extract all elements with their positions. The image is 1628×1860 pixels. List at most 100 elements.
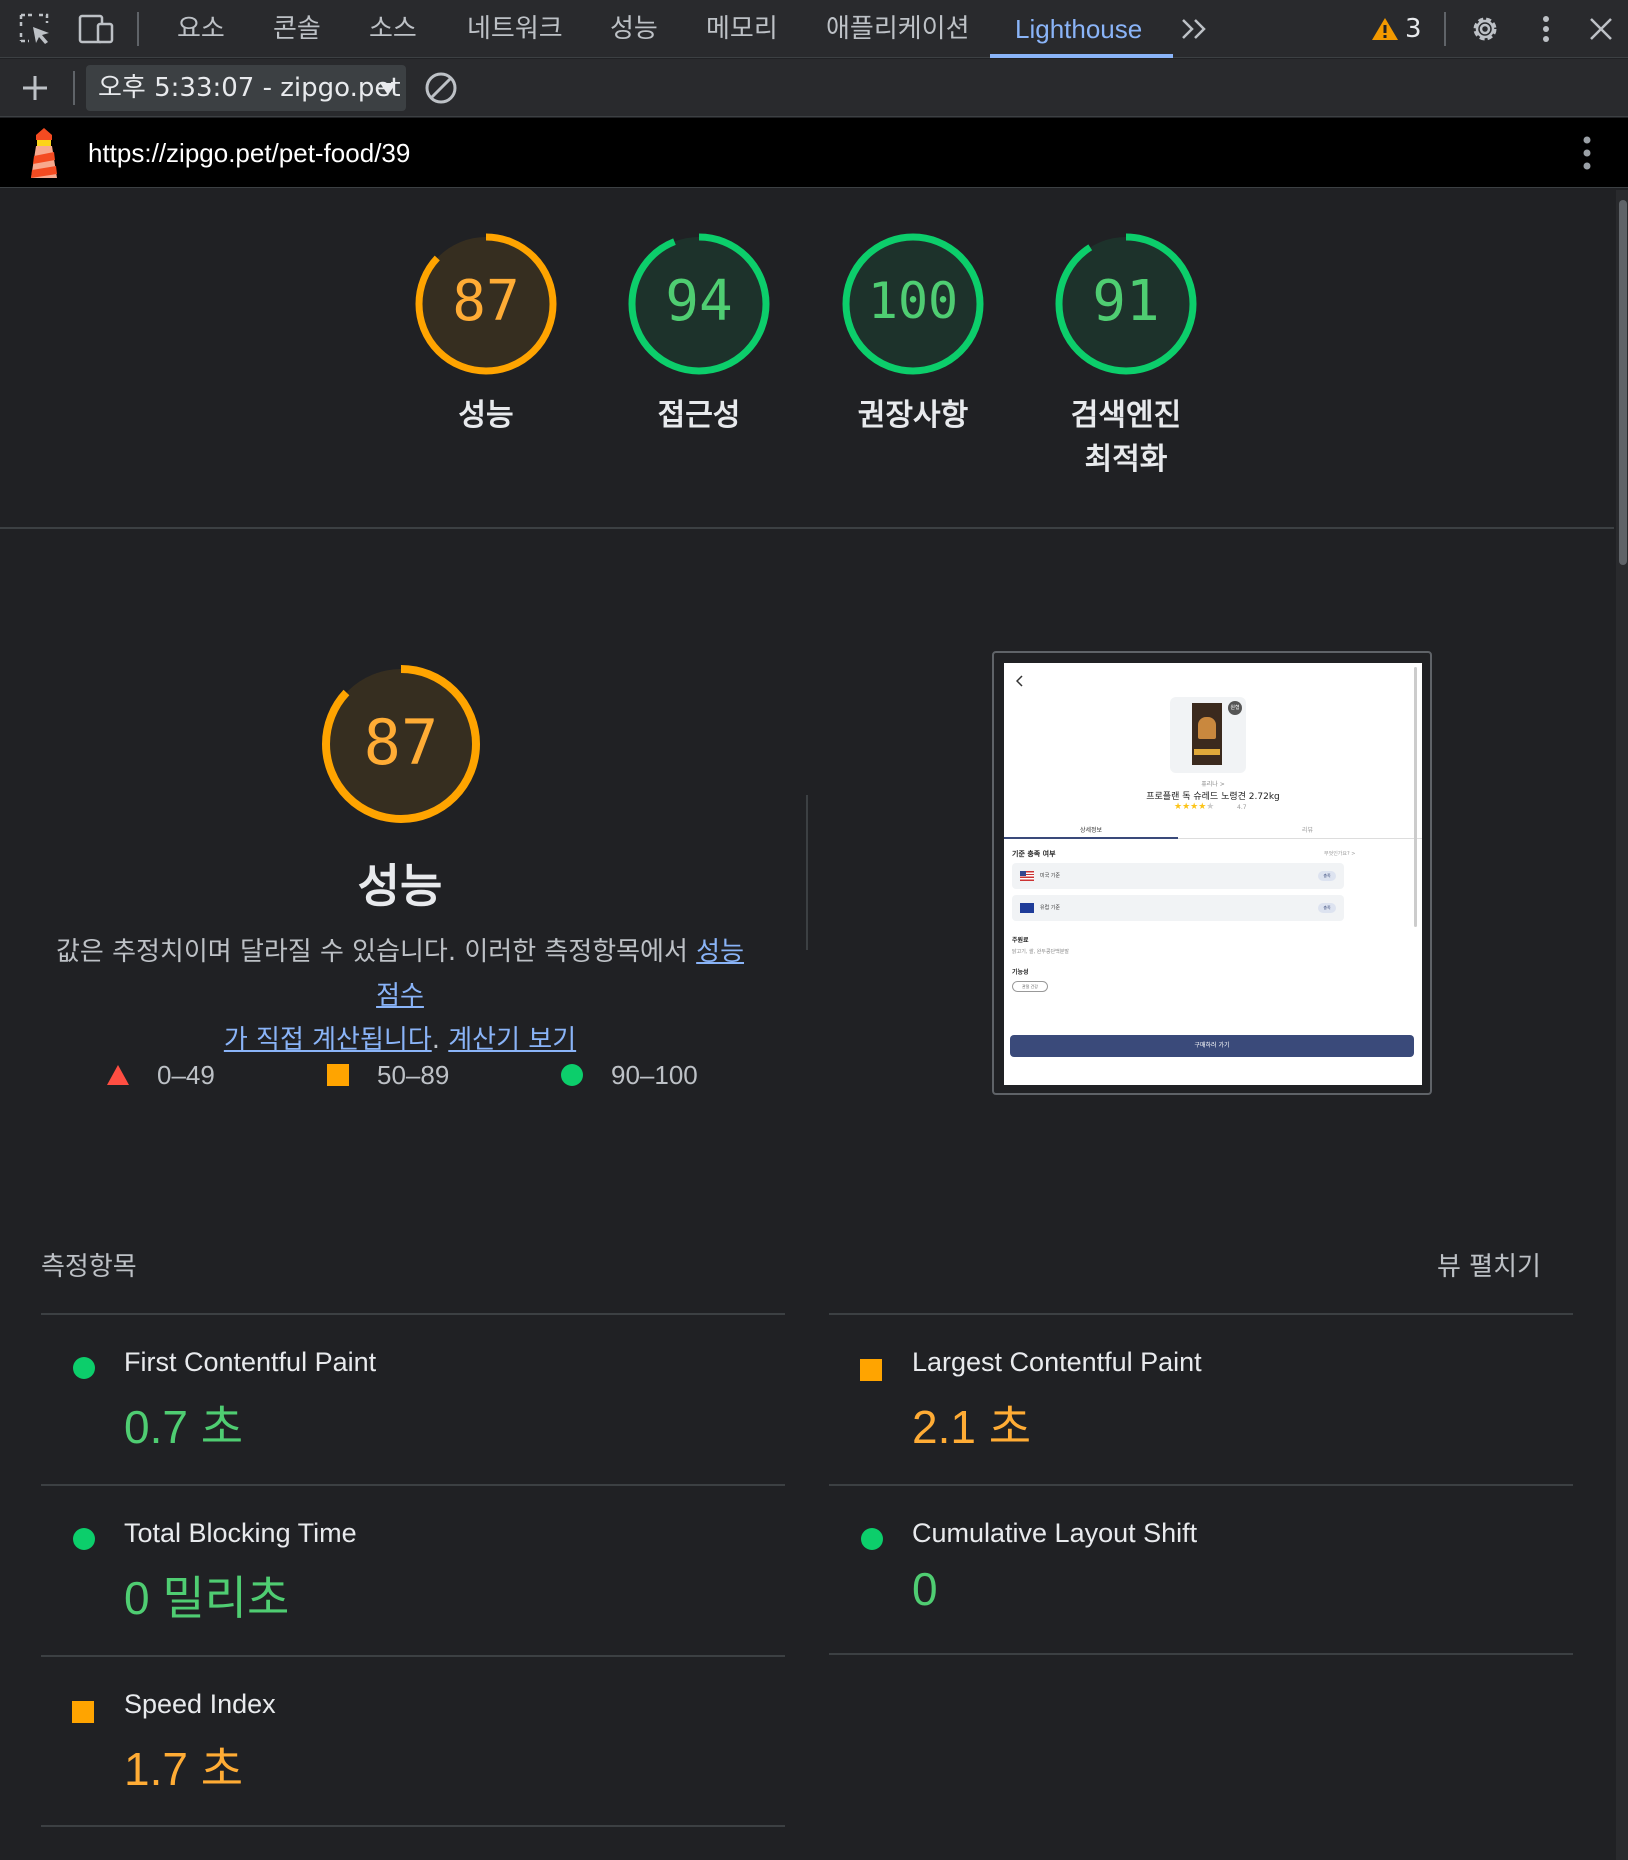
report-url[interactable]: https://zipgo.pet/pet-food/39 [88, 118, 410, 188]
report-select-dropdown[interactable]: 오후 5:33:07 - zipgo.pet [86, 65, 406, 111]
metric-value: 0.7 초 [124, 1401, 244, 1453]
tab-performance[interactable]: 성능 [610, 0, 658, 58]
gauge-label: 권장사항 [857, 398, 969, 433]
legend-range: 90–100 [611, 1059, 698, 1090]
gauge-label: 검색엔진 최적화 [1046, 394, 1206, 482]
score-link-part2[interactable]: 가 직접 계산됩니다 [224, 1025, 432, 1055]
device-toolbar-icon[interactable] [76, 10, 116, 48]
criteria-hint: 무엇인가요? > [1324, 851, 1356, 857]
tab-memory[interactable]: 메모리 [706, 0, 778, 58]
rating-stars: ★★★★★ [1174, 802, 1215, 812]
performance-description: 값은 추정치이며 달라질 수 있습니다. 이러한 측정항목에서 성능 점수 가 직… [40, 930, 760, 1062]
circle-icon [561, 1064, 583, 1086]
metric-value: 0 밀리초 [124, 1572, 290, 1624]
gauge-accessibility[interactable]: 94 [627, 232, 771, 376]
buy-button: 구매하러 가기 [1010, 1035, 1414, 1057]
toolbar-separator [73, 71, 75, 105]
inspect-element-icon[interactable] [15, 10, 55, 48]
more-tabs-chevron-icon[interactable] [1175, 10, 1215, 48]
function-tag: 관절 건강 [1012, 981, 1048, 992]
tab-detail: 상세정보 [1080, 827, 1103, 834]
clear-reports-icon[interactable] [421, 69, 461, 107]
gauge-seo[interactable]: 91 [1054, 232, 1198, 376]
product-badge: 원형 [1228, 701, 1242, 715]
metric-divider [41, 1825, 785, 1827]
toolbar-separator [137, 12, 139, 46]
metric-value: 0 [912, 1563, 938, 1615]
square-icon [327, 1064, 349, 1086]
legend-range: 0–49 [157, 1059, 215, 1090]
dropdown-caret-icon [380, 83, 396, 95]
metric-name: Largest Contentful Paint [912, 1347, 1202, 1377]
metric-fcp: First Contentful Paint 0.7 초 [41, 1315, 741, 1485]
tab-lighthouse[interactable]: Lighthouse [1015, 0, 1142, 58]
average-square-icon [72, 1701, 94, 1723]
criteria-row-us: 미국 기준 충족 [1012, 863, 1344, 889]
average-square-icon [860, 1359, 882, 1381]
metric-value: 1.7 초 [124, 1743, 244, 1795]
warning-icon[interactable] [1365, 10, 1405, 48]
report-url-bar: https://zipgo.pet/pet-food/39 [0, 118, 1628, 188]
pass-circle-icon [861, 1528, 883, 1550]
settings-gear-icon[interactable] [1465, 10, 1505, 48]
scrollbar-thumb[interactable] [1619, 200, 1627, 565]
metric-cls: Cumulative Layout Shift 0 [829, 1486, 1529, 1656]
final-screenshot-frame[interactable]: 원형 퓨리나 > 프로플랜 독 슈레드 노령견 2.72kg ★★★★★ 4.7… [992, 651, 1432, 1095]
vertical-divider [806, 795, 808, 950]
rating-value: 4.7 [1237, 804, 1247, 811]
metric-name: First Contentful Paint [124, 1347, 377, 1377]
metric-lcp: Largest Contentful Paint 2.1 초 [829, 1315, 1529, 1485]
legend-pass: 90–100 [561, 1058, 698, 1092]
metric-value: 2.1 초 [912, 1401, 1032, 1453]
product-name: 프로플랜 독 슈레드 노령견 2.72kg [1146, 792, 1280, 802]
function-heading: 기능성 [1012, 969, 1029, 976]
metric-name: Total Blocking Time [124, 1518, 357, 1548]
toolbar-separator [1444, 12, 1446, 46]
legend-range: 50–89 [377, 1059, 450, 1090]
product-image-box: 원형 [1170, 697, 1246, 773]
criteria-label: 유럽 기준 [1040, 905, 1060, 911]
metrics-title: 측정항목 [41, 1252, 137, 1282]
metric-divider [829, 1653, 1573, 1655]
metric-name: Speed Index [124, 1689, 276, 1719]
lighthouse-toolbar: 오후 5:33:07 - zipgo.pet [0, 59, 1628, 117]
metric-tbt: Total Blocking Time 0 밀리초 [41, 1486, 741, 1656]
tab-indicator [1004, 837, 1178, 839]
tab-divider [1178, 838, 1422, 839]
new-report-plus-icon[interactable] [15, 69, 55, 107]
report-menu-icon[interactable] [1582, 135, 1592, 175]
criteria-pass-badge: 충족 [1318, 903, 1336, 913]
criteria-row-eu: 유럽 기준 충족 [1012, 895, 1344, 921]
tab-console[interactable]: 콘솔 [273, 0, 321, 58]
thumb-scrollbar [1414, 667, 1417, 927]
product-brand: 퓨리나 > [1201, 781, 1225, 788]
tab-application[interactable]: 애플리케이션 [826, 0, 970, 58]
criteria-heading: 기준 충족 여부 [1012, 850, 1056, 858]
ingredients-heading: 주원료 [1012, 937, 1029, 944]
close-icon[interactable] [1581, 10, 1621, 48]
gauge-score: 87 [363, 706, 439, 779]
section-divider [0, 527, 1614, 529]
expand-view-toggle[interactable]: 뷰 펼치기 [1437, 1246, 1541, 1283]
description-separator: . [431, 1025, 449, 1055]
active-tab-indicator [990, 54, 1173, 58]
tab-sources[interactable]: 소스 [369, 0, 417, 58]
gauge-label: 성능 [458, 398, 514, 433]
tab-review: 리뷰 [1302, 827, 1314, 834]
gauge-performance[interactable]: 87 [414, 232, 558, 376]
ingredients-text: 닭고기, 쌀, 완두콩단백분말 [1012, 949, 1069, 955]
gauge-best-practices[interactable]: 100 [841, 232, 985, 376]
gauge-score: 100 [867, 272, 959, 330]
gauge-label-line: 검색엔진 [1070, 398, 1182, 433]
calculator-link[interactable]: 계산기 보기 [448, 1025, 576, 1055]
criteria-label: 미국 기준 [1040, 873, 1060, 879]
gauge-label: 접근성 [657, 398, 741, 433]
gauge-score: 87 [452, 269, 520, 334]
triangle-icon [107, 1065, 129, 1085]
more-options-icon[interactable] [1526, 10, 1566, 48]
tab-network[interactable]: 네트워크 [467, 0, 563, 58]
pass-circle-icon [73, 1528, 95, 1550]
warning-count[interactable]: 3 [1405, 0, 1422, 58]
legend-fail: 0–49 [107, 1058, 215, 1092]
tab-elements[interactable]: 요소 [177, 0, 225, 58]
